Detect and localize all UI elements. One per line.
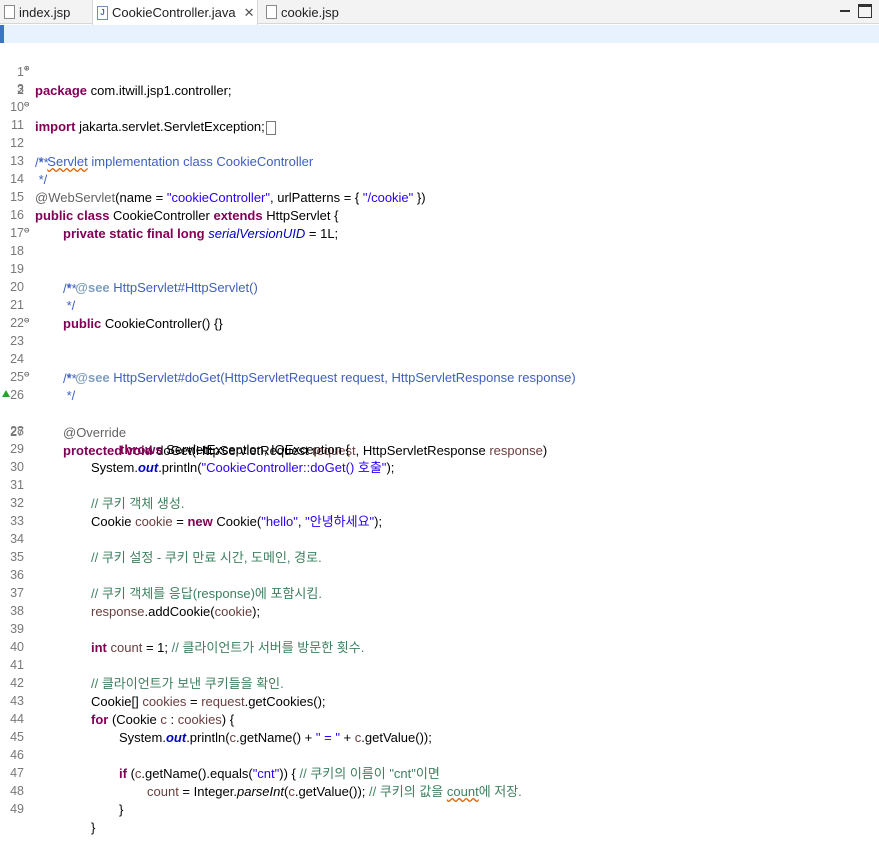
code-line[interactable]: 36 // 쿠키 객체를 응답(response)에 포함시킴.	[0, 547, 879, 601]
tab-cookie-jsp[interactable]: cookie.jsp	[262, 0, 362, 24]
code-line[interactable]: 1 2	[0, 43, 879, 97]
code-line[interactable]: 31 // 쿠키 객체 생성.	[0, 457, 879, 511]
code-line[interactable]: 18 ⊖ /**	[0, 223, 879, 297]
code-line[interactable]: 37 response.addCookie(cookie);	[0, 565, 879, 619]
code-line[interactable]: 44 System.out.println(c.getName() + " = …	[0, 691, 879, 745]
override-marker-icon[interactable]	[2, 390, 10, 397]
code-line[interactable]: 46 if (c.getName().equals("cnt")) { // 쿠…	[0, 727, 879, 781]
code-line[interactable]: 27 protected void doGet(HttpServletReque…	[0, 385, 879, 458]
code-line[interactable]: 48 }	[0, 763, 879, 817]
current-line-marker	[0, 25, 4, 43]
code-line[interactable]: 43 for (Cookie c : cookies) {	[0, 673, 879, 727]
code-line[interactable]: 41 // 클라이언트가 보낸 쿠키들을 확인.	[0, 637, 879, 691]
code-line[interactable]: 13 */	[0, 133, 879, 187]
code-line[interactable]: 47 count = Integer.parseInt(c.getValue()…	[0, 745, 879, 799]
code-line[interactable]: 19 * @see HttpServlet#HttpServlet()	[0, 241, 879, 295]
code-line[interactable]: 10	[0, 79, 879, 114]
code-line[interactable]: 14 @WebServlet(name = "cookieController"…	[0, 151, 879, 205]
code-line[interactable]: 38	[0, 583, 879, 618]
code-line[interactable]: 26 ⊖ @Override	[0, 367, 879, 441]
code-line[interactable]: 25 */	[0, 349, 879, 403]
code-line[interactable]: 23 ⊖ /**	[0, 313, 879, 387]
code-line[interactable]: 1 package com.itwill.jsp1.controller;	[0, 25, 879, 98]
java-file-icon: J	[97, 5, 108, 20]
collapse-fold-icon[interactable]: ⊖	[24, 317, 32, 326]
jsp-file-icon	[4, 5, 15, 19]
minimize-icon[interactable]	[838, 4, 852, 18]
collapse-fold-icon[interactable]: ⊖	[24, 227, 32, 236]
code-line[interactable]: 33	[0, 493, 879, 528]
tab-index-jsp[interactable]: index.jsp	[0, 0, 92, 24]
code-line[interactable]: 40	[0, 619, 879, 654]
code-line[interactable]: 11 ⊖ /**	[0, 97, 879, 171]
code-line[interactable]: 28 throws ServletException, IOException …	[0, 403, 879, 457]
maximize-icon[interactable]	[858, 4, 872, 18]
editor-tab-bar: index.jsp J CookieController.java ✕ cook…	[0, 0, 879, 25]
collapse-fold-icon[interactable]: ⊖	[24, 101, 32, 110]
code-text: }	[91, 820, 96, 835]
tab-cookiecontroller-java[interactable]: J CookieController.java ✕	[92, 0, 258, 25]
code-line[interactable]: 16 private static final long serialVersi…	[0, 187, 879, 241]
code-line[interactable]: 32 Cookie cookie = new Cookie("hello", "…	[0, 475, 879, 529]
tab-label: cookie.jsp	[281, 4, 339, 20]
code-line[interactable]: 35	[0, 529, 879, 564]
code-line[interactable]: 17	[0, 205, 879, 240]
expand-fold-icon[interactable]: ⊕	[24, 65, 32, 74]
code-line[interactable]: 42 Cookie[] cookies = request.getCookies…	[0, 655, 879, 709]
tab-label: CookieController.java	[112, 5, 236, 20]
code-editor[interactable]: 1 package com.itwill.jsp1.controller; 1 …	[0, 24, 879, 835]
code-text: }	[119, 802, 124, 817]
close-icon[interactable]: ✕	[244, 5, 255, 21]
code-line[interactable]: 22	[0, 295, 879, 330]
code-line[interactable]: 30	[0, 439, 879, 474]
jsp-file-icon	[266, 5, 277, 19]
code-line[interactable]: 49 }	[0, 781, 879, 835]
code-line[interactable]: 3 ⊕ import jakarta.servlet.ServletExcept…	[0, 61, 879, 135]
code-line[interactable]: 39 int count = 1; // 클라이언트가 서버를 방문한 횟수.	[0, 601, 879, 655]
code-line[interactable]: 20 */	[0, 259, 879, 313]
line-number: 49	[10, 802, 24, 816]
tab-label: index.jsp	[19, 4, 71, 20]
code-line[interactable]: 12 * Servlet implementation class Cookie…	[0, 115, 879, 169]
code-line[interactable]: 45	[0, 709, 879, 744]
code-line[interactable]: 15 public class CookieController extends…	[0, 169, 879, 223]
code-line[interactable]: 24 * @see HttpServlet#doGet(HttpServletR…	[0, 331, 879, 385]
code-line[interactable]: 21 public CookieController() {}	[0, 277, 879, 331]
collapse-fold-icon[interactable]: ⊖	[24, 371, 32, 380]
code-line[interactable]: 34 // 쿠키 설정 - 쿠키 만료 시간, 도메인, 경로.	[0, 511, 879, 565]
code-line[interactable]: 29 System.out.println("CookieController:…	[0, 421, 879, 475]
